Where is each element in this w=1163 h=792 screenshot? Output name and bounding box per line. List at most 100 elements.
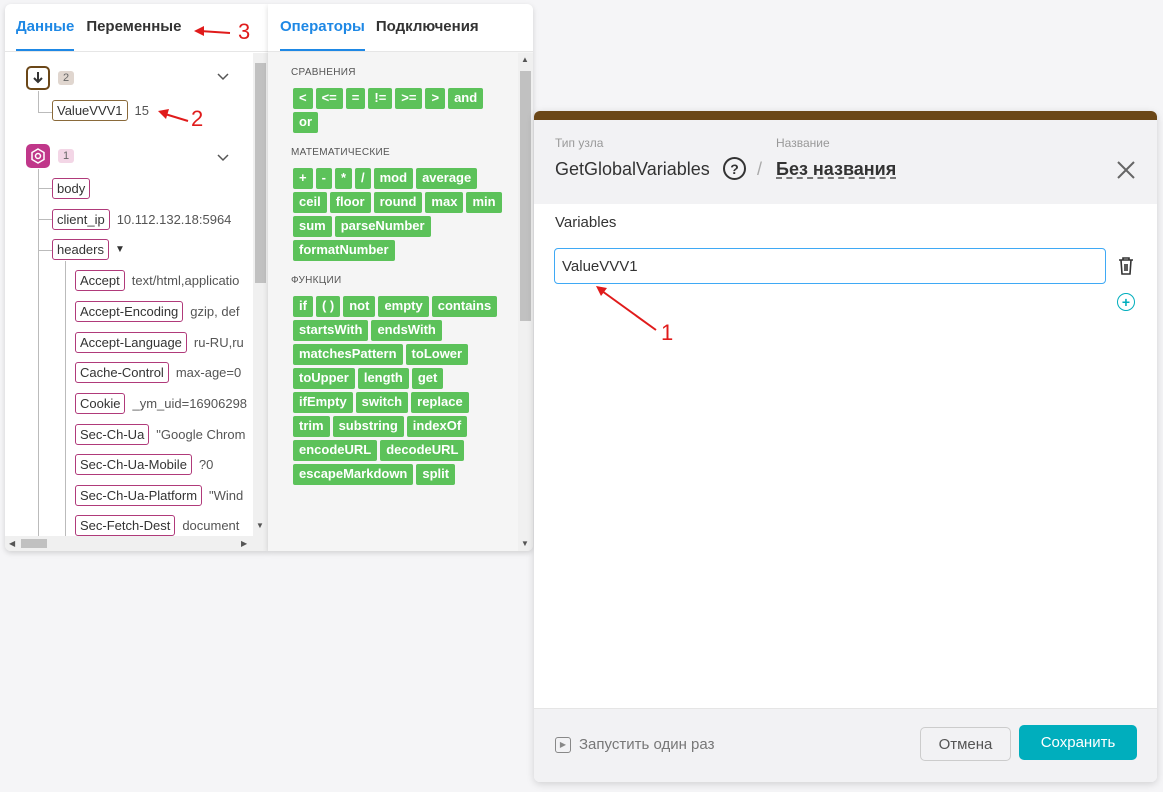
header-row[interactable]: Sec-Ch-Ua "Google Chrom <box>75 422 245 446</box>
header-row[interactable]: Cookie _ym_uid=16906298 <box>75 391 247 415</box>
operators-vertical-scrollbar[interactable]: ▲ ▼ <box>518 53 533 551</box>
operator-chip[interactable]: formatNumber <box>293 240 395 261</box>
scroll-right-icon[interactable]: ▶ <box>241 539 247 548</box>
download-icon <box>26 66 50 90</box>
operator-chip[interactable]: startsWith <box>293 320 369 341</box>
node-name-title[interactable]: Без названия <box>776 159 896 180</box>
operator-chip[interactable]: / <box>355 168 371 189</box>
header-row[interactable]: Accept-Encoding gzip, def <box>75 299 239 323</box>
operator-chip[interactable]: switch <box>355 392 409 413</box>
operator-chip[interactable]: max <box>425 192 464 213</box>
data-tree-horizontal-scrollbar[interactable]: ◀ ▶ <box>5 536 253 551</box>
save-button[interactable]: Сохранить <box>1019 725 1137 760</box>
operator-section-title: ФУНКЦИИ <box>291 275 342 286</box>
operator-chip[interactable]: > <box>425 88 446 109</box>
operator-chip[interactable]: replace <box>411 392 469 413</box>
tab-variables[interactable]: Переменные <box>86 4 181 51</box>
header-key: Sec-Ch-Ua-Platform <box>75 484 203 506</box>
scroll-left-icon[interactable]: ◀ <box>9 539 15 548</box>
operator-chip[interactable]: min <box>466 192 502 213</box>
header-row[interactable]: Cache-Control max-age=0 <box>75 360 241 384</box>
close-icon[interactable] <box>1117 155 1135 186</box>
tree-item-headers[interactable]: headers ▼ <box>52 237 125 261</box>
operator-chip[interactable]: <= <box>315 88 343 109</box>
operator-chip[interactable]: indexOf <box>406 416 468 437</box>
tree-item-body[interactable]: body <box>52 176 91 200</box>
operator-chip[interactable]: average <box>416 168 478 189</box>
operator-chip[interactable]: endsWith <box>371 320 442 341</box>
tree-item-global-variable[interactable]: ValueVVV1 15 <box>52 98 149 122</box>
operator-chip[interactable]: ( ) <box>315 296 341 317</box>
operator-group: < <= = != >= > and or <box>293 88 503 133</box>
operator-chip[interactable]: empty <box>378 296 429 317</box>
operator-chip[interactable]: if <box>293 296 313 317</box>
operator-chip[interactable]: parseNumber <box>334 216 431 237</box>
operator-chip[interactable]: = <box>345 88 366 109</box>
operator-chip[interactable]: toUpper <box>293 368 355 389</box>
trash-icon[interactable] <box>1117 256 1135 276</box>
cancel-button[interactable]: Отмена <box>920 727 1011 761</box>
scroll-down-icon[interactable]: ▼ <box>521 539 529 548</box>
header-row[interactable]: Sec-Ch-Ua-Platform "Wind <box>75 483 243 507</box>
header-row[interactable]: Accept text/html,applicatio <box>75 268 239 292</box>
tab-operators[interactable]: Операторы <box>280 4 365 51</box>
variable-name-input[interactable] <box>554 248 1106 284</box>
run-once-button[interactable]: ▶ Запустить один раз <box>555 736 714 753</box>
scroll-down-icon[interactable]: ▼ <box>256 521 264 530</box>
header-key: Cache-Control <box>75 361 169 383</box>
operator-chip[interactable]: round <box>373 192 423 213</box>
operator-chip[interactable]: - <box>315 168 332 189</box>
scroll-up-icon[interactable]: ▲ <box>521 55 529 64</box>
chevron-down-icon[interactable] <box>217 151 229 165</box>
operator-chip[interactable]: length <box>357 368 409 389</box>
header-row[interactable]: Sec-Fetch-Dest document <box>75 513 239 536</box>
operator-chip[interactable]: * <box>334 168 352 189</box>
tree-item-client-ip[interactable]: client_ip 10.112.132.18:5964 <box>52 207 231 231</box>
operators-panel-tabs: Операторы Подключения <box>268 4 533 52</box>
operator-chip[interactable]: ceil <box>293 192 327 213</box>
operator-chip[interactable]: sum <box>293 216 332 237</box>
annotation-label-3: 3 <box>238 19 251 44</box>
run-once-label: Запустить один раз <box>579 736 715 753</box>
operator-chip[interactable]: contains <box>431 296 498 317</box>
operator-chip[interactable]: encodeURL <box>293 440 378 461</box>
operator-chip[interactable]: < <box>293 88 313 109</box>
operator-chip[interactable]: or <box>293 112 318 133</box>
operator-chip[interactable]: substring <box>332 416 404 437</box>
operator-chip[interactable]: != <box>368 88 393 109</box>
add-variable-icon[interactable]: + <box>1117 293 1135 311</box>
data-panel: Данные Переменные 2 ValueVVV1 15 1 body … <box>5 4 268 551</box>
operator-chip[interactable]: mod <box>373 168 414 189</box>
caret-down-icon[interactable]: ▼ <box>115 244 125 255</box>
operator-chip[interactable]: floor <box>329 192 371 213</box>
data-tree-vertical-scrollbar[interactable] <box>253 53 268 551</box>
operator-chip[interactable]: ifEmpty <box>293 392 353 413</box>
operator-chip[interactable]: >= <box>395 88 423 109</box>
help-icon[interactable]: ? <box>723 157 746 180</box>
header-value: "Wind <box>209 487 244 503</box>
operator-chip[interactable]: not <box>343 296 376 317</box>
operator-chip[interactable]: + <box>293 168 313 189</box>
header-row[interactable]: Sec-Ch-Ua-Mobile ?0 <box>75 452 213 476</box>
tab-connections[interactable]: Подключения <box>376 4 479 51</box>
data-tree: 2 ValueVVV1 15 1 body client_ip 10.112.1… <box>5 53 253 536</box>
operator-chip[interactable]: trim <box>293 416 330 437</box>
operator-chip[interactable]: split <box>416 464 456 485</box>
header-key: Accept-Encoding <box>75 300 184 322</box>
field-key: body <box>52 177 91 199</box>
global-variables-node[interactable]: 2 <box>26 66 75 90</box>
header-value: document <box>182 517 240 533</box>
request-node[interactable]: 1 <box>26 144 75 168</box>
chevron-down-icon[interactable] <box>217 70 229 84</box>
operator-chip[interactable]: matchesPattern <box>293 344 403 365</box>
play-icon: ▶ <box>555 736 571 753</box>
operator-chip[interactable]: escapeMarkdown <box>293 464 414 485</box>
operator-group: + - * / mod average ceil floor round max min sum par… <box>293 168 503 261</box>
tab-data[interactable]: Данные <box>16 4 75 51</box>
operator-chip[interactable]: get <box>411 368 444 389</box>
operator-chip[interactable]: decodeURL <box>380 440 465 461</box>
header-row[interactable]: Accept-Language ru-RU,ru <box>75 330 244 354</box>
operator-chip[interactable]: and <box>448 88 484 109</box>
operator-chip[interactable]: toLower <box>405 344 469 365</box>
field-value: 10.112.132.18:5964 <box>116 211 232 227</box>
